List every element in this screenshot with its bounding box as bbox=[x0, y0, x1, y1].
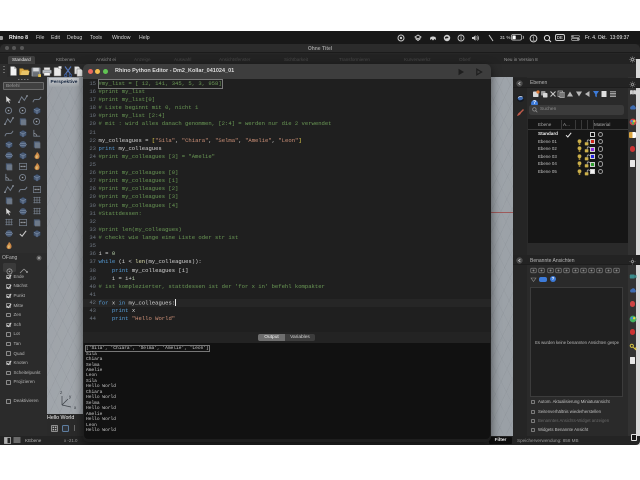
svg-text:z: z bbox=[60, 390, 63, 395]
svg-text:1: 1 bbox=[532, 36, 535, 42]
svg-text:x: x bbox=[74, 405, 77, 410]
svg-text:y: y bbox=[69, 394, 72, 399]
